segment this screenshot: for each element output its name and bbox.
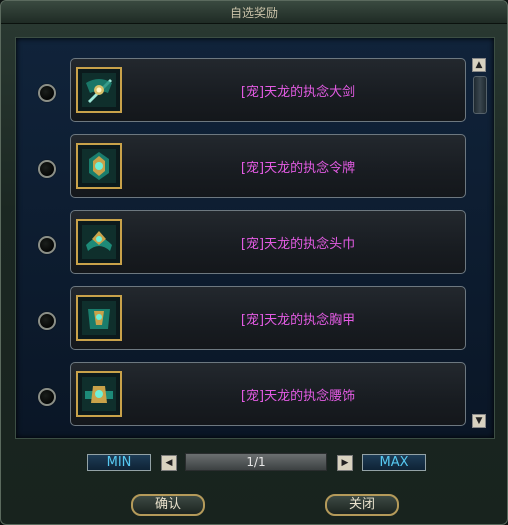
close-button[interactable]: 关闭 bbox=[325, 494, 399, 516]
belt-crest-icon bbox=[82, 377, 116, 411]
next-page-arrow-icon[interactable]: ▶ bbox=[337, 455, 353, 471]
item-icon-slot bbox=[76, 143, 122, 189]
armor-crest-icon bbox=[82, 301, 116, 335]
reward-selection-window: 自选奖励 [宠]天龙的执念大剑 [宠]天龙的执念令牌 [宠]天龙的执念头巾 [宠… bbox=[0, 0, 508, 525]
scrollbar-thumb[interactable] bbox=[473, 76, 487, 114]
title-bar[interactable]: 自选奖励 bbox=[1, 1, 507, 24]
reward-radio-2[interactable] bbox=[38, 160, 56, 178]
item-icon-slot bbox=[76, 371, 122, 417]
sword-crest-icon bbox=[82, 73, 116, 107]
reward-list-panel: [宠]天龙的执念大剑 [宠]天龙的执念令牌 [宠]天龙的执念头巾 [宠]天龙的执… bbox=[15, 37, 495, 439]
reward-radio-3[interactable] bbox=[38, 236, 56, 254]
reward-item-1[interactable]: [宠]天龙的执念大剑 bbox=[70, 58, 466, 122]
token-crest-icon bbox=[82, 149, 116, 183]
item-icon-slot bbox=[76, 67, 122, 113]
page-indicator: 1/1 bbox=[185, 453, 327, 471]
min-button[interactable]: MIN bbox=[87, 454, 151, 471]
reward-radio-1[interactable] bbox=[38, 84, 56, 102]
reward-radio-5[interactable] bbox=[38, 388, 56, 406]
item-icon-slot bbox=[76, 219, 122, 265]
item-name: [宠]天龙的执念大剑 bbox=[240, 85, 356, 100]
scroll-down-arrow-icon[interactable]: ▼ bbox=[472, 414, 486, 428]
reward-radio-4[interactable] bbox=[38, 312, 56, 330]
confirm-button[interactable]: 确认 bbox=[131, 494, 205, 516]
prev-page-arrow-icon[interactable]: ◀ bbox=[161, 455, 177, 471]
headband-crest-icon bbox=[82, 225, 116, 259]
item-name: [宠]天龙的执念胸甲 bbox=[240, 313, 356, 328]
item-icon-slot bbox=[76, 295, 122, 341]
max-button[interactable]: MAX bbox=[362, 454, 426, 471]
item-name: [宠]天龙的执念头巾 bbox=[240, 237, 356, 252]
reward-item-2[interactable]: [宠]天龙的执念令牌 bbox=[70, 134, 466, 198]
item-name: [宠]天龙的执念令牌 bbox=[240, 161, 356, 176]
scroll-up-arrow-icon[interactable]: ▲ bbox=[472, 58, 486, 72]
reward-item-3[interactable]: [宠]天龙的执念头巾 bbox=[70, 210, 466, 274]
reward-item-4[interactable]: [宠]天龙的执念胸甲 bbox=[70, 286, 466, 350]
reward-list-scrollbar[interactable]: ▲ ▼ bbox=[472, 58, 488, 430]
reward-item-5[interactable]: [宠]天龙的执念腰饰 bbox=[70, 362, 466, 426]
window-title: 自选奖励 bbox=[229, 6, 278, 20]
item-name: [宠]天龙的执念腰饰 bbox=[240, 389, 356, 404]
